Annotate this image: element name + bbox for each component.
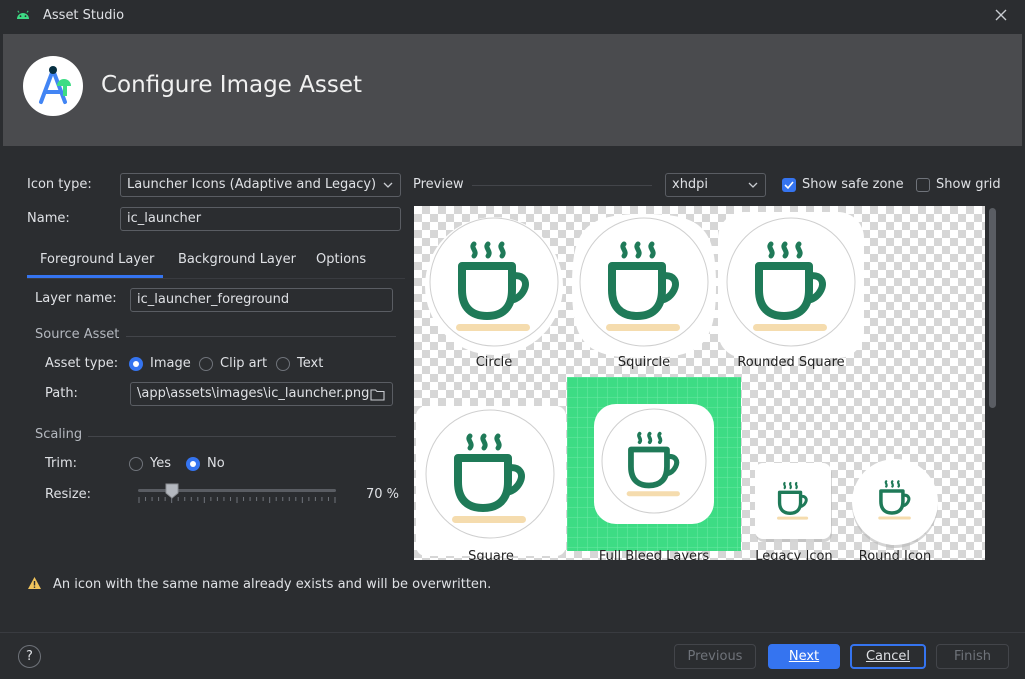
tab-options[interactable]: Options xyxy=(316,252,366,267)
android-icon xyxy=(17,10,29,19)
radio-trim-yes[interactable] xyxy=(129,457,143,471)
icon-caption-round: Round Icon xyxy=(858,549,932,560)
asset-type-label: Asset type: xyxy=(45,356,119,371)
scaling-title: Scaling xyxy=(35,427,83,442)
icon-caption-square: Square xyxy=(468,549,514,560)
density-value: xhdpi xyxy=(672,177,709,192)
path-field[interactable]: \app\assets\images\ic_launcher.png xyxy=(130,382,393,406)
show-grid-label[interactable]: Show grid xyxy=(936,177,1001,192)
preview-divider xyxy=(472,185,652,186)
resize-value: 70 % xyxy=(366,487,400,502)
preview-icon-rounded-square xyxy=(718,212,864,358)
show-safe-zone-label[interactable]: Show safe zone xyxy=(802,177,904,192)
warning-message: An icon with the same name already exist… xyxy=(53,577,492,592)
section-divider xyxy=(126,336,396,337)
preview-area: Circle Squircle Rounded Square Square Fu… xyxy=(414,206,985,560)
preview-label: Preview xyxy=(413,177,464,192)
show-grid-checkbox[interactable] xyxy=(916,178,930,192)
name-field[interactable]: ic_launcher xyxy=(120,207,401,231)
previous-button[interactable]: Previous xyxy=(674,644,756,669)
layer-name-field[interactable]: ic_launcher_foreground xyxy=(130,288,393,312)
finish-button[interactable]: Finish xyxy=(936,644,1009,669)
resize-slider-thumb[interactable] xyxy=(165,483,179,499)
chevron-down-icon xyxy=(383,182,393,188)
radio-text-label[interactable]: Text xyxy=(297,356,323,371)
window-title: Asset Studio xyxy=(43,8,125,23)
icon-type-dropdown[interactable]: Launcher Icons (Adaptive and Legacy) xyxy=(120,173,401,197)
section-divider xyxy=(88,436,396,437)
icon-type-value: Launcher Icons (Adaptive and Legacy) xyxy=(127,177,377,192)
icon-caption-full-bleed: Full Bleed Layers xyxy=(598,549,710,560)
radio-image[interactable] xyxy=(129,357,143,371)
icon-caption-squircle: Squircle xyxy=(617,355,671,370)
close-icon[interactable] xyxy=(993,7,1009,23)
icon-caption-circle: Circle xyxy=(475,355,513,370)
android-studio-logo xyxy=(23,56,83,116)
icon-type-label: Icon type: xyxy=(27,177,92,192)
radio-trim-no[interactable] xyxy=(186,457,200,471)
show-safe-zone-checkbox[interactable] xyxy=(782,178,796,192)
chevron-down-icon xyxy=(748,182,758,188)
layer-name-value: ic_launcher_foreground xyxy=(137,292,290,307)
layer-name-label: Layer name: xyxy=(35,291,117,306)
tab-foreground-layer[interactable]: Foreground Layer xyxy=(40,252,154,267)
radio-clip-art-label[interactable]: Clip art xyxy=(220,356,267,371)
preview-icon-full-bleed xyxy=(567,377,741,551)
density-dropdown[interactable]: xhdpi xyxy=(665,173,766,197)
name-value: ic_launcher xyxy=(127,211,202,226)
checkmark-icon xyxy=(784,181,794,190)
radio-image-label[interactable]: Image xyxy=(150,356,191,371)
preview-icon-legacy xyxy=(754,462,834,542)
tab-divider xyxy=(27,278,405,279)
radio-text[interactable] xyxy=(276,357,290,371)
radio-clip-art[interactable] xyxy=(199,357,213,371)
page-title: Configure Image Asset xyxy=(101,72,362,98)
path-label: Path: xyxy=(45,386,78,401)
radio-trim-yes-label[interactable]: Yes xyxy=(150,456,171,471)
preview-icon-circle xyxy=(424,216,564,356)
icon-caption-rounded-square: Rounded Square xyxy=(737,355,845,370)
help-button[interactable]: ? xyxy=(18,645,41,668)
footer-divider xyxy=(0,632,1025,633)
name-label: Name: xyxy=(27,211,70,226)
radio-trim-no-label[interactable]: No xyxy=(207,456,225,471)
resize-label: Resize: xyxy=(45,487,92,502)
cancel-button[interactable]: Cancel xyxy=(850,644,926,669)
preview-icon-round xyxy=(850,458,940,548)
title-bar: Asset Studio xyxy=(0,0,1025,33)
header-banner: Configure Image Asset xyxy=(3,34,1022,146)
next-button[interactable]: Next xyxy=(768,644,840,669)
tab-background-layer[interactable]: Background Layer xyxy=(178,252,296,267)
folder-icon[interactable] xyxy=(370,388,385,401)
preview-icon-square xyxy=(416,406,566,556)
source-asset-title: Source Asset xyxy=(35,327,120,342)
path-value: \app\assets\images\ic_launcher.png xyxy=(137,386,370,401)
selected-tab-indicator xyxy=(27,275,163,278)
preview-scrollbar-thumb[interactable] xyxy=(989,208,996,408)
trim-label: Trim: xyxy=(45,456,78,471)
icon-caption-legacy: Legacy Icon xyxy=(755,549,833,560)
warning-icon xyxy=(28,577,41,589)
preview-icon-squircle xyxy=(572,214,716,358)
